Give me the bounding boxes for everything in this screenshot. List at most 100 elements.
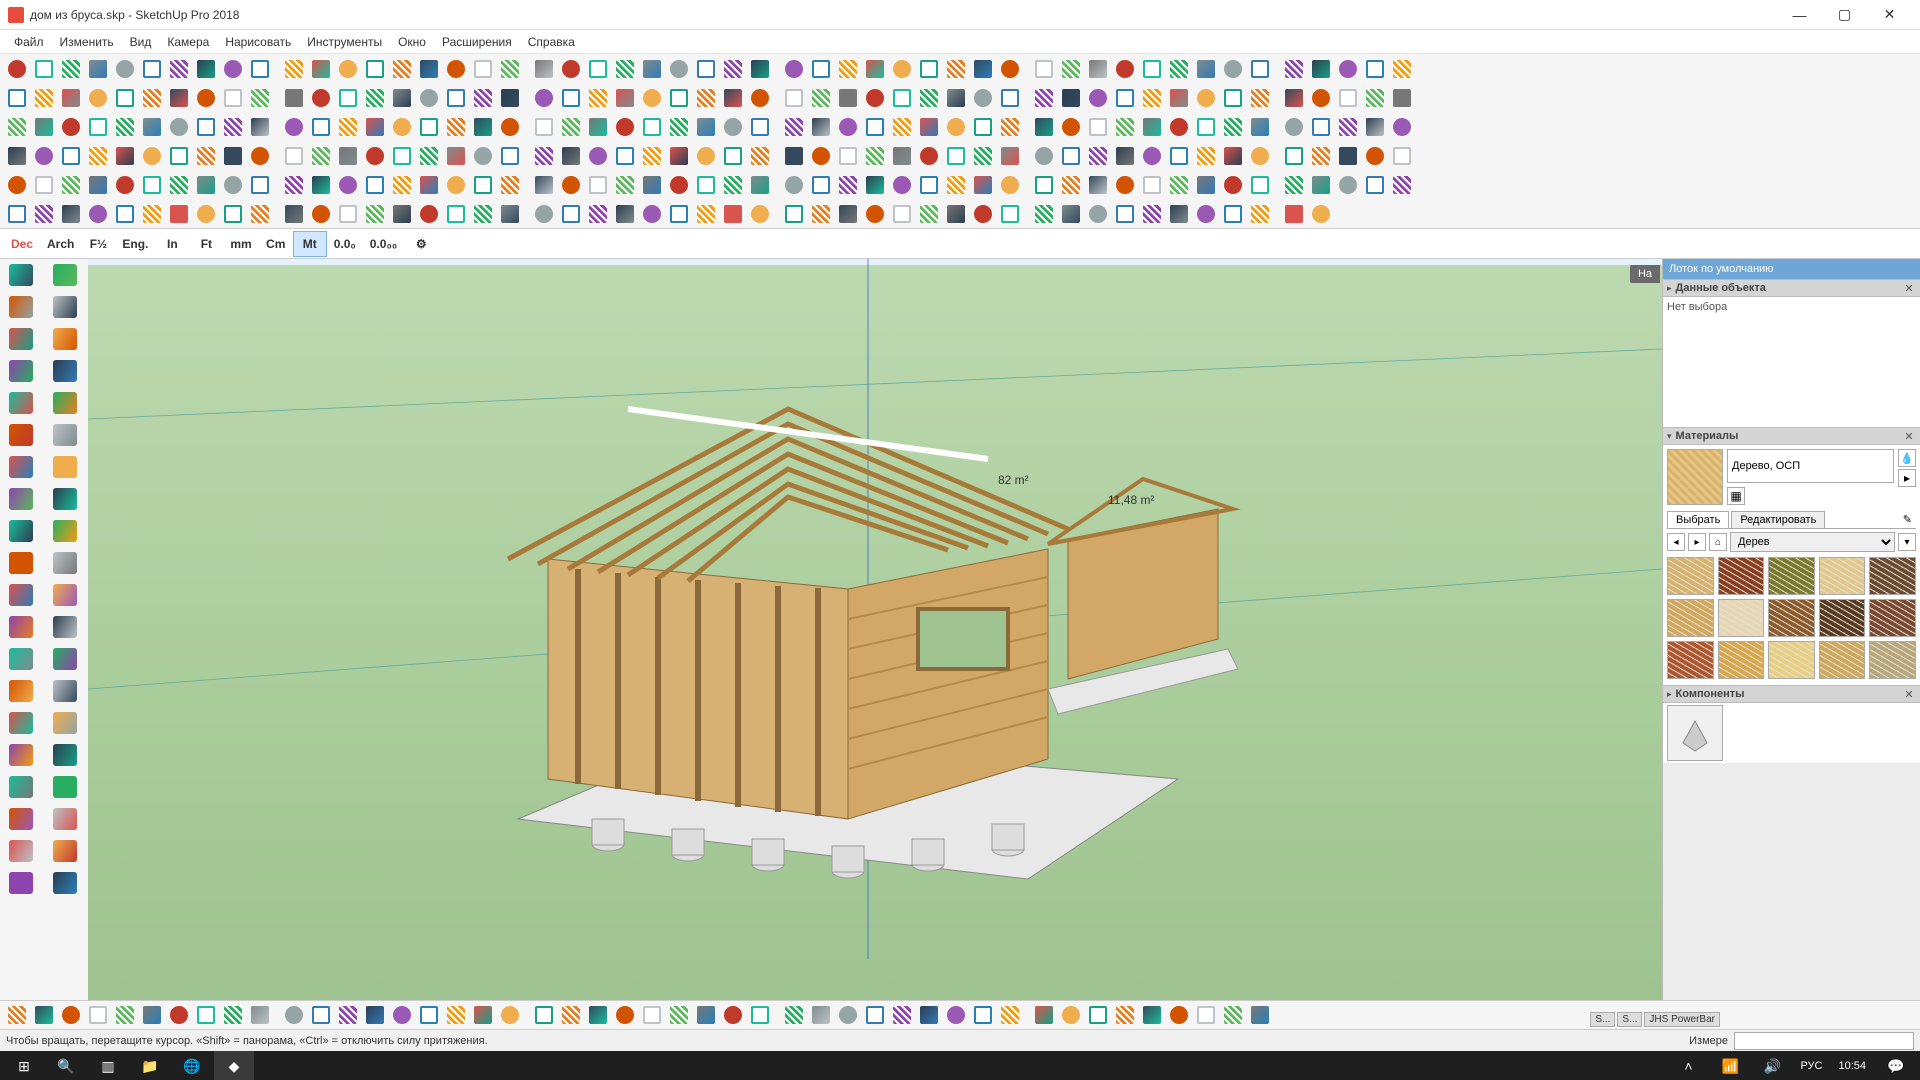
menu-файл[interactable]: Файл: [6, 32, 52, 52]
toolbar-button[interactable]: [112, 143, 138, 169]
side-tool-button[interactable]: [1, 452, 41, 482]
toolbar-button[interactable]: [531, 56, 557, 82]
unit-eng.[interactable]: Eng.: [115, 231, 155, 257]
toolbar-button[interactable]: [1139, 56, 1165, 82]
toolbar-button[interactable]: [835, 201, 861, 227]
menu-камера[interactable]: Камера: [159, 32, 217, 52]
toolbar-button[interactable]: [1193, 1002, 1219, 1028]
toolbar-button[interactable]: [389, 172, 415, 198]
toolbar-button[interactable]: [1247, 114, 1273, 140]
unit-dec[interactable]: Dec: [4, 231, 40, 257]
side-tool-button[interactable]: [1, 356, 41, 386]
toolbar-button[interactable]: [943, 85, 969, 111]
side-tool-button[interactable]: [45, 644, 85, 674]
side-tool-button[interactable]: [45, 740, 85, 770]
toolbar-button[interactable]: [335, 143, 361, 169]
toolbar-button[interactable]: [943, 56, 969, 82]
toolbar-button[interactable]: [1220, 201, 1246, 227]
material-library-select[interactable]: Дерев: [1730, 532, 1895, 552]
toolbar-button[interactable]: [1031, 85, 1057, 111]
toolbar-button[interactable]: [612, 56, 638, 82]
toolbar-button[interactable]: [1031, 56, 1057, 82]
toolbar-button[interactable]: [1281, 114, 1307, 140]
toolbar-button[interactable]: [1166, 172, 1192, 198]
toolbar-button[interactable]: [281, 1002, 307, 1028]
toolbar-button[interactable]: [139, 56, 165, 82]
toolbar-button[interactable]: [943, 1002, 969, 1028]
tray-title[interactable]: Лоток по умолчанию: [1663, 259, 1920, 279]
toolbar-button[interactable]: [781, 56, 807, 82]
toolbar-button[interactable]: [193, 114, 219, 140]
toolbar-button[interactable]: [362, 143, 388, 169]
toolbar-button[interactable]: [335, 201, 361, 227]
toolbar-button[interactable]: [835, 56, 861, 82]
menu-нарисовать[interactable]: Нарисовать: [217, 32, 299, 52]
toolbar-button[interactable]: [639, 114, 665, 140]
toolbar-button[interactable]: [85, 114, 111, 140]
toolbar-button[interactable]: [4, 114, 30, 140]
toolbar-button[interactable]: [58, 85, 84, 111]
toolbar-button[interactable]: [720, 172, 746, 198]
side-tool-button[interactable]: [1, 420, 41, 450]
side-tool-button[interactable]: [1, 516, 41, 546]
toolbar-button[interactable]: [1281, 172, 1307, 198]
toolbar-button[interactable]: [1085, 201, 1111, 227]
toolbar-button[interactable]: [362, 114, 388, 140]
toolbar-button[interactable]: [247, 201, 273, 227]
toolbar-button[interactable]: [1085, 172, 1111, 198]
material-swatch[interactable]: [1718, 641, 1765, 679]
tray-tab[interactable]: JHS PowerBar: [1644, 1012, 1720, 1027]
toolbar-button[interactable]: [612, 85, 638, 111]
side-tool-button[interactable]: [45, 548, 85, 578]
toolbar-button[interactable]: [308, 1002, 334, 1028]
toolbar-button[interactable]: [693, 201, 719, 227]
toolbar-button[interactable]: [666, 56, 692, 82]
toolbar-button[interactable]: [1308, 143, 1334, 169]
toolbar-button[interactable]: [362, 201, 388, 227]
menu-справка[interactable]: Справка: [520, 32, 583, 52]
toolbar-button[interactable]: [85, 201, 111, 227]
toolbar-button[interactable]: [1058, 114, 1084, 140]
units-settings-icon[interactable]: ⚙: [404, 231, 438, 257]
volume-icon[interactable]: 🔊: [1752, 1051, 1792, 1080]
toolbar-button[interactable]: [720, 85, 746, 111]
toolbar-button[interactable]: [781, 172, 807, 198]
side-tool-button[interactable]: [45, 516, 85, 546]
toolbar-button[interactable]: [943, 114, 969, 140]
toolbar-button[interactable]: [1193, 143, 1219, 169]
material-swatch[interactable]: [1718, 599, 1765, 637]
toolbar-button[interactable]: [1220, 1002, 1246, 1028]
side-tool-button[interactable]: [45, 324, 85, 354]
viewport[interactable]: На: [88, 259, 1662, 1000]
toolbar-button[interactable]: [558, 172, 584, 198]
toolbar-button[interactable]: [970, 172, 996, 198]
toolbar-button[interactable]: [1308, 201, 1334, 227]
toolbar-button[interactable]: [112, 85, 138, 111]
toolbar-button[interactable]: [1112, 56, 1138, 82]
toolbar-button[interactable]: [970, 201, 996, 227]
toolbar-button[interactable]: [1166, 114, 1192, 140]
toolbar-button[interactable]: [247, 143, 273, 169]
toolbar-button[interactable]: [416, 56, 442, 82]
toolbar-button[interactable]: [1335, 114, 1361, 140]
toolbar-button[interactable]: [720, 143, 746, 169]
toolbar-button[interactable]: [443, 56, 469, 82]
toolbar-button[interactable]: [808, 172, 834, 198]
side-tool-button[interactable]: [1, 708, 41, 738]
toolbar-button[interactable]: [166, 85, 192, 111]
toolbar-button[interactable]: [4, 172, 30, 198]
material-create-button[interactable]: ▦: [1727, 487, 1745, 505]
toolbar-button[interactable]: [443, 201, 469, 227]
toolbar-button[interactable]: [308, 201, 334, 227]
toolbar-button[interactable]: [1308, 114, 1334, 140]
side-tool-button[interactable]: [45, 868, 85, 898]
toolbar-button[interactable]: [470, 172, 496, 198]
toolbar-button[interactable]: [1362, 172, 1388, 198]
panel-head-object-info[interactable]: ▸ Данные объекта ✕: [1663, 279, 1920, 297]
toolbar-button[interactable]: [666, 114, 692, 140]
start-button[interactable]: ⊞: [4, 1051, 44, 1080]
home-icon[interactable]: ⌂: [1709, 533, 1727, 551]
side-tool-button[interactable]: [1, 292, 41, 322]
toolbar-button[interactable]: [1112, 1002, 1138, 1028]
material-swatch[interactable]: [1869, 557, 1916, 595]
